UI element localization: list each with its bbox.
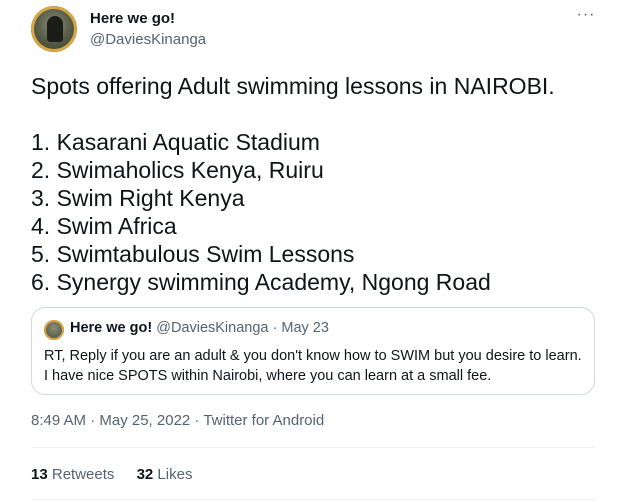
list-item: 4. Swim Africa	[31, 213, 177, 239]
tweet-timestamp[interactable]: 8:49 AM · May 25, 2022 · Twitter for And…	[31, 412, 324, 429]
more-options-icon[interactable]: ···	[574, 6, 598, 30]
avatar[interactable]	[31, 6, 77, 52]
likes-label: Likes	[157, 466, 193, 483]
divider	[31, 499, 595, 500]
tweet-text: Spots offering Adult swimming lessons in…	[31, 72, 601, 296]
list-item: 6. Synergy swimming Academy, Ngong Road	[31, 269, 491, 295]
list-item: 2. Swimaholics Kenya, Ruiru	[31, 157, 324, 183]
quoted-meta: @DaviesKinanga · May 23	[156, 320, 329, 336]
avatar-ring	[31, 6, 77, 52]
divider	[31, 447, 595, 448]
quoted-text: RT, Reply if you are an adult & you don'…	[44, 348, 582, 384]
likes-count: 32	[136, 466, 154, 483]
quoted-display-name: Here we go!	[70, 320, 153, 336]
engagement-stats: 13 Retweets 32 Likes	[31, 466, 210, 483]
quoted-avatar	[44, 320, 64, 340]
retweets-label: Retweets	[51, 466, 115, 483]
list-item: 5. Swimtabulous Swim Lessons	[31, 241, 355, 267]
retweets-count: 13	[31, 466, 48, 483]
likes-stat[interactable]: 32 Likes	[137, 466, 193, 483]
author-display-name[interactable]: Here we go!	[90, 10, 175, 27]
quoted-tweet[interactable]: Here we go! @DaviesKinanga · May 23 RT, …	[31, 307, 595, 395]
list-item: 1. Kasarani Aquatic Stadium	[31, 129, 320, 155]
list-item: 3. Swim Right Kenya	[31, 185, 245, 211]
author-handle[interactable]: @DaviesKinanga	[90, 31, 206, 48]
quoted-header: Here we go! @DaviesKinanga · May 23	[70, 320, 329, 336]
tweet: Here we go! @DaviesKinanga ··· Spots off…	[0, 0, 620, 502]
tweet-title-line: Spots offering Adult swimming lessons in…	[31, 73, 555, 99]
retweets-stat[interactable]: 13 Retweets	[31, 466, 114, 483]
